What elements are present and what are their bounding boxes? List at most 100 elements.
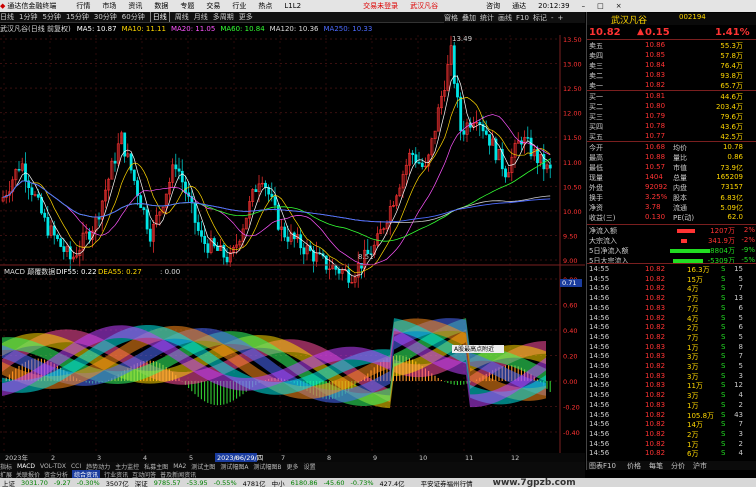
bottom-tab[interactable]: 普及新闻资讯: [160, 470, 196, 479]
macd-val: : 0.00: [160, 268, 180, 276]
price-tick: 11.00: [563, 159, 582, 167]
menu-item[interactable]: 专题: [180, 1, 194, 11]
tick-side: S: [721, 429, 726, 438]
bid-volume: 44.6万: [720, 93, 743, 101]
period-tab[interactable]: 15分钟: [66, 12, 89, 22]
message-link[interactable]: 咨询: [486, 1, 500, 11]
tick-volume: 2万: [687, 324, 699, 333]
bid-price: 10.80: [645, 102, 666, 110]
zx-index-pct: -0.73%: [350, 478, 374, 487]
bottom-tab[interactable]: 行业资讯: [104, 470, 128, 479]
bottom-tab[interactable]: 关联报价: [16, 470, 40, 479]
menu-item[interactable]: 资讯: [128, 1, 142, 11]
stock-name-top[interactable]: 武汉凡谷: [410, 1, 438, 11]
candle-body: [148, 228, 152, 242]
sz-index-name[interactable]: 深证: [135, 478, 148, 487]
sh-index-name[interactable]: 上证: [2, 478, 15, 487]
period-tab[interactable]: 月线: [194, 12, 208, 22]
price-tick: 9.00: [563, 257, 577, 265]
indicator-tab[interactable]: 主力监控: [115, 462, 139, 471]
tool-button[interactable]: 窗格: [444, 13, 458, 23]
candle-body: [145, 209, 149, 230]
zoom-out-button[interactable]: -: [551, 14, 554, 22]
zoom-in-button[interactable]: +: [557, 14, 563, 22]
tool-button[interactable]: 统计: [480, 13, 494, 23]
period-tab-active[interactable]: 日线: [149, 12, 170, 22]
date-tick: 12: [511, 454, 519, 462]
candle-body: [136, 180, 139, 196]
menu-item[interactable]: 行情: [76, 1, 90, 11]
menu-item[interactable]: 热点: [258, 1, 272, 11]
tooltip-text: A股最高点附近: [454, 345, 494, 353]
trade-status[interactable]: 交易未登录: [363, 1, 398, 11]
indicator-tab[interactable]: MA2: [173, 463, 186, 470]
macd-name: MACD 颠覆数据: [4, 267, 55, 276]
panel-tab[interactable]: 图表F10: [589, 461, 616, 470]
bottom-tab[interactable]: 综合资讯: [72, 470, 101, 478]
menu-item[interactable]: L1L2: [284, 2, 301, 10]
indicator-tab[interactable]: 指标: [0, 462, 12, 471]
stat-value: 62.0: [727, 213, 743, 221]
candle-body: [46, 217, 50, 236]
menu-item[interactable]: 市场: [102, 1, 116, 11]
panel-tab[interactable]: 价格: [627, 461, 641, 470]
period-tab[interactable]: 日线: [0, 12, 14, 22]
indicator-tab[interactable]: 测试幅图B: [253, 462, 281, 471]
indicator-tab[interactable]: 测试幅图A: [220, 462, 248, 471]
candle-body: [88, 231, 91, 240]
indicator-tab[interactable]: 设置: [304, 462, 316, 471]
bottom-tab[interactable]: 扩展: [0, 470, 12, 479]
bottom-tab[interactable]: 互动问答: [132, 470, 156, 479]
panel-tab[interactable]: 每笔: [649, 461, 663, 470]
stat-row: 净资 3.78 流通 5.09亿: [587, 203, 756, 213]
period-tab[interactable]: 30分钟: [94, 12, 117, 22]
indicator-tab[interactable]: 测试主图: [191, 462, 215, 471]
panel-tab[interactable]: 分价: [671, 461, 685, 470]
notify-link[interactable]: 通达: [512, 1, 526, 11]
bottom-tab[interactable]: 资金分析: [44, 470, 68, 479]
menu-item[interactable]: 行业: [232, 1, 246, 11]
maximize-icon[interactable]: □: [597, 2, 604, 10]
tool-button[interactable]: F10: [516, 14, 529, 22]
tick-price: 10.82: [645, 323, 666, 332]
tool-button[interactable]: 标记: [533, 13, 547, 23]
indicator-tab[interactable]: 更多: [287, 462, 299, 471]
indicator-tab[interactable]: 私募主图: [144, 462, 168, 471]
tick-count: 4: [738, 449, 743, 458]
period-tab[interactable]: 周线: [175, 12, 189, 22]
zx-index-name[interactable]: 中小: [272, 478, 285, 487]
indicator-tab[interactable]: 趋势动力: [86, 462, 110, 471]
candle-body: [536, 149, 539, 164]
tick-row: 14:56 10.83 1万 S 8: [587, 343, 756, 353]
indicator-tab[interactable]: VOL-TDX: [40, 463, 66, 470]
tick-count: 5: [738, 362, 743, 370]
period-tab[interactable]: 1分钟: [19, 12, 37, 22]
minimize-icon[interactable]: –: [582, 2, 586, 10]
menu-item[interactable]: 数据: [154, 1, 168, 11]
tool-button[interactable]: 叠加: [462, 13, 476, 23]
period-tab[interactable]: 5分钟: [42, 12, 60, 22]
flow-value: 1207万: [710, 227, 735, 235]
tick-price: 10.83: [645, 342, 666, 351]
tool-button[interactable]: 画线: [498, 13, 512, 23]
flow-pct: -9%: [741, 246, 755, 254]
candle-body: [30, 187, 34, 196]
panel-tab[interactable]: 沪市: [693, 461, 707, 470]
stock-title: 武汉凡谷(日线 前复权): [0, 25, 71, 33]
candle-body: [184, 181, 187, 194]
menu-item[interactable]: 交易: [206, 1, 220, 11]
date-tick: 6: [235, 454, 239, 462]
kline-chart[interactable]: 13.50 13.00 12.50 12.00 11.50 11.00 10.50 10.00…: [0, 35, 585, 470]
period-tab[interactable]: 多周期: [213, 12, 234, 22]
close-icon[interactable]: ×: [616, 2, 622, 10]
candle-body: [24, 163, 27, 182]
tick-volume: 16.3万: [687, 266, 710, 274]
stat-value: 6.83亿: [720, 194, 743, 202]
period-tab[interactable]: 60分钟: [122, 12, 145, 22]
tick-side: S: [721, 439, 726, 448]
tick-side: S: [721, 323, 726, 332]
indicator-tab[interactable]: MACD: [17, 463, 35, 470]
period-tab[interactable]: 更多: [239, 12, 253, 22]
bid-volume: 43.6万: [720, 123, 743, 131]
indicator-tab[interactable]: CCI: [71, 463, 81, 470]
